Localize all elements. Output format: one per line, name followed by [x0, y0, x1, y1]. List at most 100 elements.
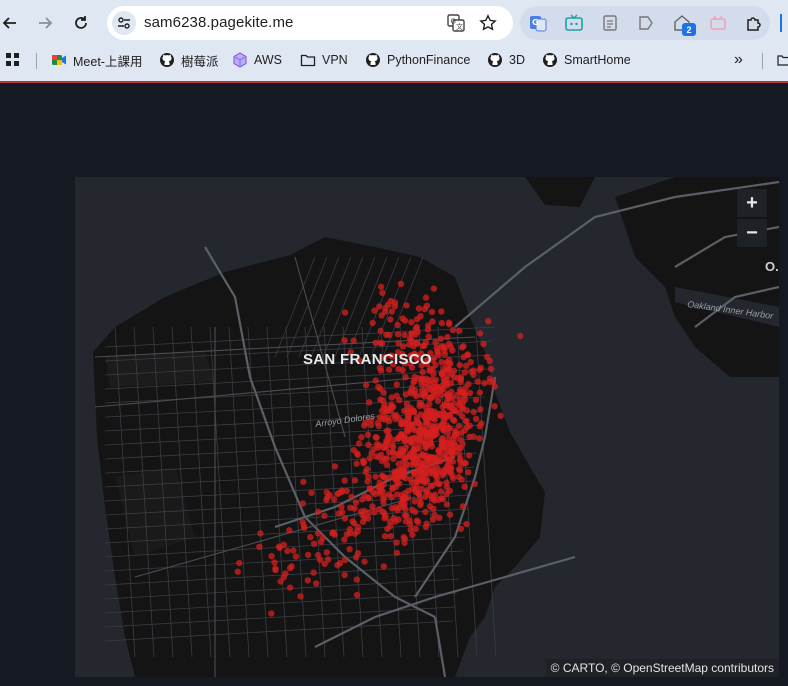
incident-point	[349, 518, 356, 525]
incident-point	[459, 399, 467, 406]
bookmarks-divider	[36, 53, 37, 69]
translate-icon: G文	[447, 14, 465, 32]
incident-point	[288, 563, 295, 570]
home-extension[interactable]: 2	[672, 13, 696, 36]
incident-point	[365, 473, 372, 481]
incident-point	[439, 442, 446, 449]
incident-point	[416, 427, 424, 434]
incident-point	[268, 552, 275, 560]
incident-point	[378, 451, 385, 458]
incident-point	[271, 559, 278, 566]
extensions-menu-button[interactable]	[744, 13, 764, 33]
tv-extension[interactable]	[564, 13, 584, 33]
bookmark-star-button[interactable]	[478, 13, 498, 33]
incident-point	[398, 420, 405, 427]
incident-point	[437, 488, 445, 495]
translate-button[interactable]: G文	[446, 13, 466, 33]
incident-point	[438, 308, 445, 315]
extensions-area: G 2	[520, 6, 770, 40]
zoom-out-button[interactable]: −	[737, 219, 767, 247]
google-translate-extension[interactable]: G	[528, 13, 548, 33]
incident-point	[419, 451, 426, 458]
bookmark-meet[interactable]: Meet-上課用	[51, 49, 142, 71]
incident-point	[404, 409, 411, 416]
incident-point	[423, 488, 430, 496]
incident-point	[360, 458, 368, 466]
incident-point	[438, 319, 446, 327]
incident-point	[457, 436, 464, 443]
incident-point	[491, 403, 498, 410]
attribution-contributors: contributors	[707, 661, 774, 675]
incident-point	[341, 309, 349, 316]
incident-point	[437, 335, 445, 342]
incident-point	[341, 515, 349, 522]
incident-point	[300, 478, 307, 486]
incident-point	[387, 533, 394, 540]
incident-point	[395, 460, 402, 467]
incident-point	[428, 386, 435, 394]
incident-point	[307, 534, 314, 541]
incident-point	[474, 378, 481, 385]
extension-badge: 2	[682, 23, 696, 36]
incident-point	[351, 477, 359, 484]
incident-point	[334, 562, 341, 569]
incident-point	[369, 503, 376, 510]
incident-point	[449, 475, 457, 482]
profile-edge	[780, 14, 782, 32]
incident-point	[364, 431, 372, 438]
apps-button[interactable]	[5, 49, 21, 71]
osm-link[interactable]: OpenStreetMap	[623, 661, 708, 675]
incident-point	[471, 480, 478, 488]
incident-point	[338, 487, 345, 494]
incident-point	[426, 367, 433, 374]
incident-point	[387, 316, 394, 323]
incident-point	[444, 333, 451, 341]
incident-point	[310, 540, 318, 547]
more-bookmarks-button[interactable]: »	[734, 49, 743, 71]
bookmark-raspberry[interactable]: 樹莓派	[159, 49, 219, 71]
incident-point	[379, 473, 387, 480]
incident-point	[354, 550, 362, 557]
incident-point	[401, 512, 409, 519]
map-view[interactable]: SAN FRANCISCO Arroyo Dolores Oakland Inn…	[75, 177, 779, 677]
bookmark-vpn[interactable]: VPN	[300, 49, 348, 71]
incident-point	[431, 497, 438, 504]
incident-point	[415, 490, 422, 497]
incident-point	[429, 516, 437, 523]
incident-point	[470, 367, 477, 374]
double-chevron-icon: »	[734, 51, 743, 68]
forward-button[interactable]	[33, 11, 57, 35]
other-bookmarks-button[interactable]	[777, 49, 788, 71]
document-extension[interactable]	[600, 13, 620, 33]
bookmark-3d[interactable]: 3D	[487, 49, 525, 71]
incident-point	[470, 433, 477, 440]
bookmark-aws[interactable]: AWS	[232, 49, 282, 71]
incident-point	[431, 408, 438, 415]
carto-link[interactable]: © CARTO	[551, 661, 605, 675]
puzzle-shape-extension[interactable]	[636, 13, 656, 33]
back-button[interactable]	[0, 11, 22, 35]
incident-point	[394, 321, 401, 329]
bookmark-pythonfinance[interactable]: PythonFinance	[365, 49, 470, 71]
incident-point	[353, 576, 360, 583]
zoom-in-button[interactable]: +	[737, 189, 767, 217]
bookmark-smarthome[interactable]: SmartHome	[542, 49, 631, 71]
incident-point	[426, 400, 433, 408]
document-icon	[603, 15, 617, 31]
address-bar[interactable]: sam6238.pagekite.me G文	[107, 6, 513, 40]
incident-point	[424, 418, 431, 425]
site-info-button[interactable]	[112, 11, 136, 35]
reload-button[interactable]	[69, 11, 93, 35]
incident-point	[485, 318, 492, 325]
incident-point	[401, 331, 408, 339]
incident-point	[487, 365, 495, 373]
bookmark-label: VPN	[322, 53, 348, 67]
pink-extension[interactable]	[708, 13, 728, 33]
incident-point	[455, 422, 463, 430]
incident-point	[467, 358, 474, 366]
incident-point	[408, 319, 415, 326]
incident-point	[443, 463, 451, 470]
incident-point	[407, 526, 414, 533]
incident-point	[407, 476, 414, 483]
incident-point	[390, 514, 398, 522]
